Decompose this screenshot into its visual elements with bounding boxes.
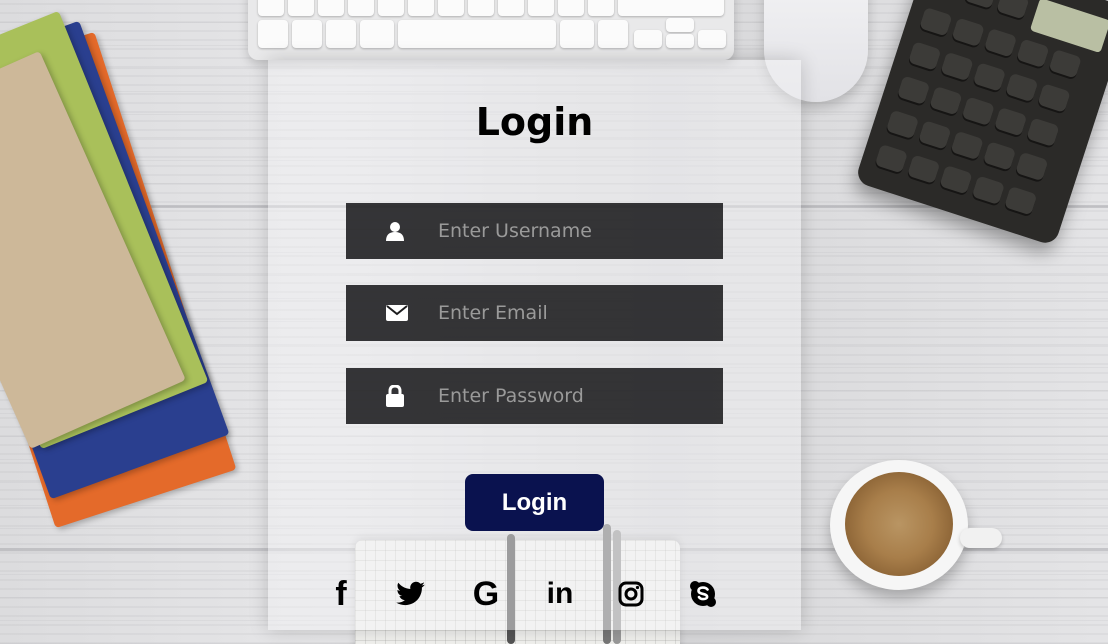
keyboard-photo <box>248 0 734 60</box>
user-icon <box>386 220 438 242</box>
calculator-photo <box>854 0 1108 247</box>
skype-icon[interactable] <box>687 576 719 612</box>
envelope-icon <box>386 302 438 324</box>
instagram-icon[interactable] <box>616 576 646 612</box>
password-field[interactable] <box>346 368 723 424</box>
linkedin-icon[interactable]: in <box>542 576 578 612</box>
lock-icon <box>386 385 438 407</box>
social-links: f G in <box>268 576 801 612</box>
cup-handle <box>960 528 1002 548</box>
login-title: Login <box>475 100 594 144</box>
username-input[interactable] <box>438 203 723 259</box>
password-input[interactable] <box>438 368 723 424</box>
email-input[interactable] <box>438 285 723 341</box>
google-icon[interactable]: G <box>468 576 504 612</box>
login-button[interactable]: Login <box>465 474 604 531</box>
coffee-surface <box>845 472 953 576</box>
books-photo <box>0 10 237 529</box>
facebook-icon[interactable]: f <box>326 576 356 612</box>
username-field[interactable] <box>346 203 723 259</box>
login-card: Login Login f <box>268 60 801 630</box>
email-field[interactable] <box>346 285 723 341</box>
twitter-icon[interactable] <box>394 576 428 612</box>
